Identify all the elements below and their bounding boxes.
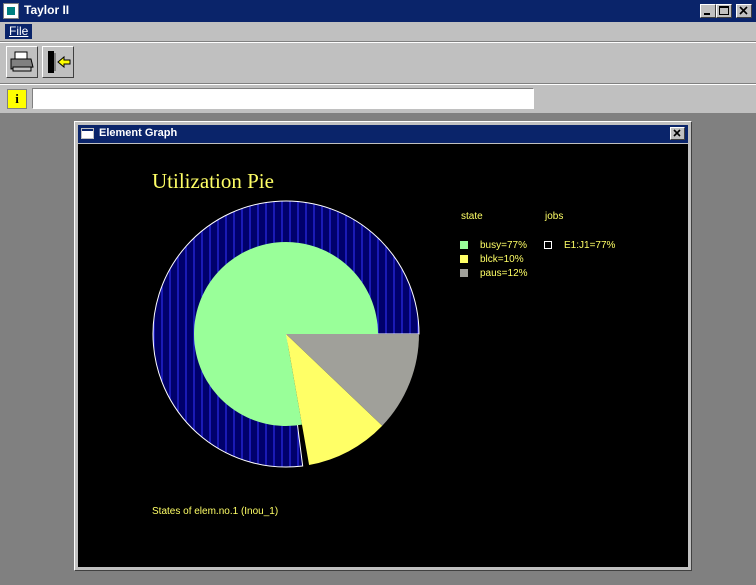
legend-header-jobs: jobs: [545, 211, 564, 222]
info-message-field[interactable]: [32, 88, 534, 109]
minimize-button[interactable]: [700, 4, 716, 18]
legend-swatch: [460, 255, 468, 264]
menu-file[interactable]: File: [5, 24, 33, 39]
legend-item-job: E1:J1=77%: [544, 239, 615, 252]
chart-caption: States of elem.no.1 (Inou_1): [152, 506, 279, 517]
app-title-bar: Taylor II: [0, 0, 756, 22]
chart-title: Utilization Pie: [152, 169, 274, 193]
maximize-icon: [719, 6, 729, 15]
element-graph-title-bar: Element Graph: [78, 125, 688, 143]
legend-label: paus=12%: [480, 268, 528, 279]
legend-swatch-outline: [544, 241, 552, 250]
element-graph-title: Element Graph: [99, 127, 178, 139]
legend-header-state: state: [461, 211, 483, 222]
close-button[interactable]: [736, 4, 752, 18]
app-icon[interactable]: [3, 3, 19, 19]
legend-label: blck=10%: [480, 254, 524, 265]
exit-door-icon: [48, 51, 71, 73]
printer-icon: [10, 51, 34, 72]
legend-swatch: [460, 241, 468, 250]
maximize-button[interactable]: [716, 4, 732, 18]
window-icon: [81, 128, 94, 139]
info-bar: i: [0, 84, 756, 114]
element-graph-window[interactable]: Element Graph Utilization Pie state jobs…: [74, 121, 692, 571]
element-graph-close-button[interactable]: [670, 127, 685, 140]
legend-label: E1:J1=77%: [564, 240, 616, 251]
legend-label: busy=77%: [480, 240, 527, 251]
exit-button[interactable]: [42, 46, 74, 78]
legend-item-busy: busy=77%: [460, 239, 527, 252]
info-icon: i: [7, 89, 27, 109]
menu-bar: File: [0, 22, 756, 42]
minimize-icon: [704, 13, 710, 15]
utilization-pie-chart: [152, 200, 420, 468]
legend-item-blck: blck=10%: [460, 253, 524, 266]
print-button[interactable]: [6, 46, 38, 78]
toolbar: [0, 42, 756, 84]
close-icon: [673, 129, 681, 137]
graph-canvas: Utilization Pie state jobs busy=77% blck…: [78, 144, 688, 567]
close-icon: [739, 6, 748, 15]
app-title: Taylor II: [24, 3, 70, 17]
legend-swatch: [460, 269, 468, 278]
legend-item-paus: paus=12%: [460, 267, 528, 280]
